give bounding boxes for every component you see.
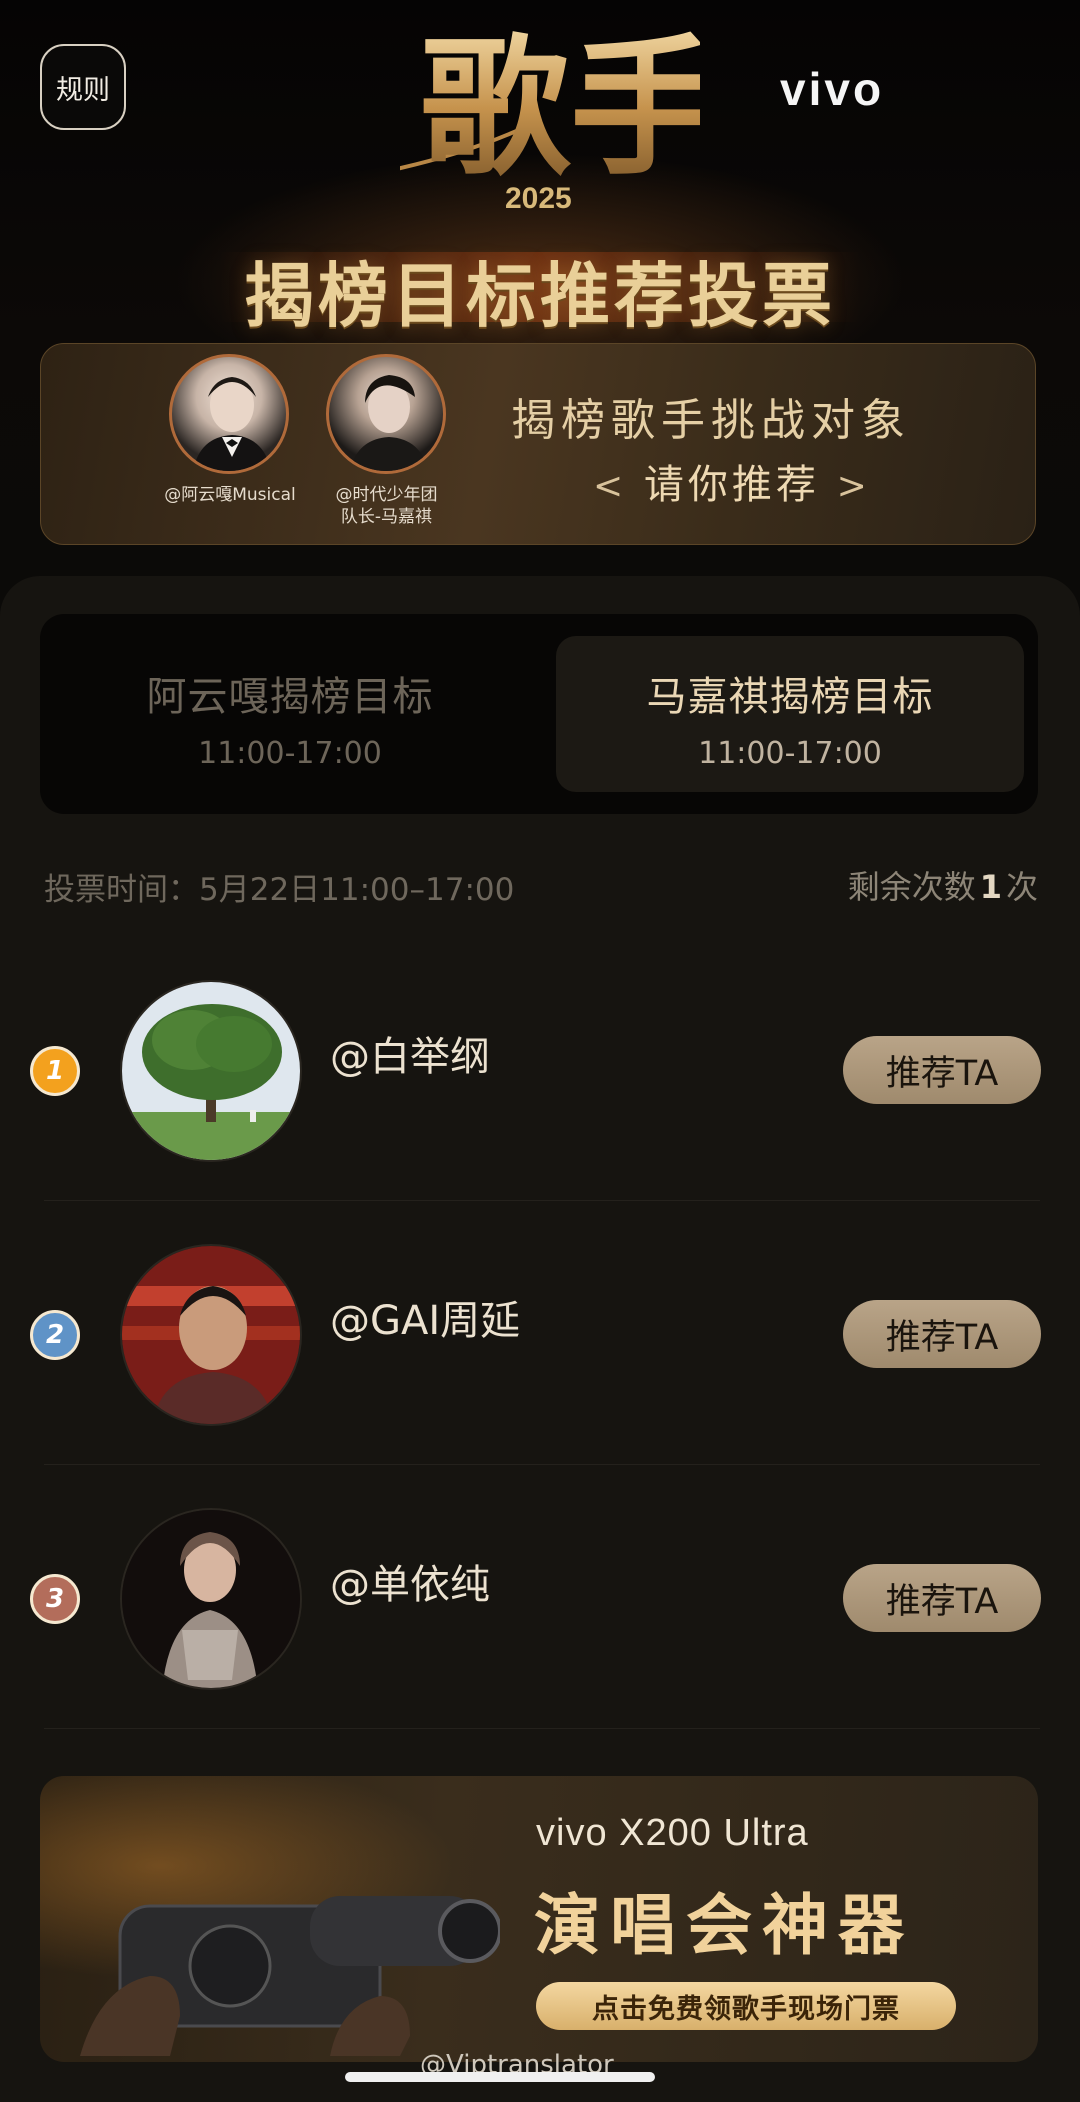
- tab-time: 11:00-17:00: [698, 736, 882, 771]
- free-ticket-button[interactable]: 点击免费领歌手现场门票: [536, 1982, 956, 2030]
- candidate-avatar: [120, 1244, 302, 1426]
- remaining-suffix: 次: [1005, 868, 1038, 906]
- banner-cta[interactable]: < 请你推荐 >: [593, 452, 871, 510]
- remaining-prefix: 剩余次数: [847, 868, 976, 906]
- tab-majiaqi-target[interactable]: 马嘉祺揭榜目标 11:00-17:00: [556, 636, 1024, 792]
- banner-heading: 揭榜歌手挑战对象: [511, 395, 911, 446]
- tab-label: 阿云嘎揭榜目标: [146, 674, 434, 720]
- show-name-text: 歌手: [420, 20, 700, 196]
- avatar-majiaqi: [326, 354, 446, 474]
- promo-banner[interactable]: vivo X200 Ultra 演唱会神器 点击免费领歌手现场门票: [40, 1776, 1038, 2062]
- vote-time: 投票时间：5月22日11:00–17:00: [44, 872, 515, 908]
- chevron-right-icon: >: [836, 466, 871, 507]
- guest-name-1: @阿云嘎Musical: [164, 485, 296, 505]
- candidate-avatar: [120, 1508, 302, 1690]
- chevron-left-icon: <: [593, 466, 628, 507]
- candidate-row: 2 @GAI周延 推荐TA: [0, 1200, 1080, 1464]
- recommend-banner[interactable]: @阿云嘎Musical @时代少年团 队长-马嘉祺 揭榜歌手挑战对象 < 请你推…: [40, 343, 1036, 545]
- rank-badge: 2: [30, 1310, 80, 1360]
- remaining-count: 1: [979, 868, 1002, 906]
- promo-title: vivo X200 Ultra: [536, 1812, 809, 1854]
- guest-name-2: @时代少年团 队长-马嘉祺: [335, 485, 438, 527]
- tab-label: 马嘉祺揭榜目标: [646, 674, 934, 720]
- recommend-button[interactable]: 推荐TA: [843, 1036, 1041, 1104]
- recommend-button[interactable]: 推荐TA: [843, 1300, 1041, 1368]
- candidate-name: @白举纲: [330, 1034, 490, 1080]
- candidate-row: 3 @单依纯 推荐TA: [0, 1464, 1080, 1728]
- candidate-avatar: [120, 980, 302, 1162]
- recommend-button[interactable]: 推荐TA: [843, 1564, 1041, 1632]
- banner-cta-label: 请你推荐: [643, 462, 820, 508]
- rank-badge: 3: [30, 1574, 80, 1624]
- divider: [44, 1728, 1040, 1729]
- remaining-votes: 剩余次数 1 次: [848, 862, 1038, 908]
- candidate-name: @GAI周延: [330, 1298, 521, 1344]
- tab-ayunga-target[interactable]: 阿云嘎揭榜目标 11:00-17:00: [56, 636, 524, 792]
- page-title: 揭榜目标推荐投票: [244, 254, 836, 337]
- show-logo: 歌手: [400, 20, 700, 196]
- rank-badge: 1: [30, 1046, 80, 1096]
- promo-headline: 演唱会神器: [534, 1886, 914, 1964]
- avatar-ayunga: [169, 354, 289, 474]
- tab-time: 11:00-17:00: [198, 736, 382, 771]
- vivo-logo: vivo: [780, 63, 885, 115]
- camera-image: [80, 1896, 500, 2056]
- show-year: 2025: [505, 182, 572, 215]
- target-tabs: 阿云嘎揭榜目标 11:00-17:00 马嘉祺揭榜目标 11:00-17:00: [40, 614, 1038, 814]
- candidate-name: @单依纯: [330, 1562, 490, 1608]
- rules-button[interactable]: 规则: [40, 44, 126, 130]
- candidate-row: 1 @白举纲 推荐TA: [0, 936, 1080, 1200]
- home-indicator[interactable]: [345, 2072, 655, 2082]
